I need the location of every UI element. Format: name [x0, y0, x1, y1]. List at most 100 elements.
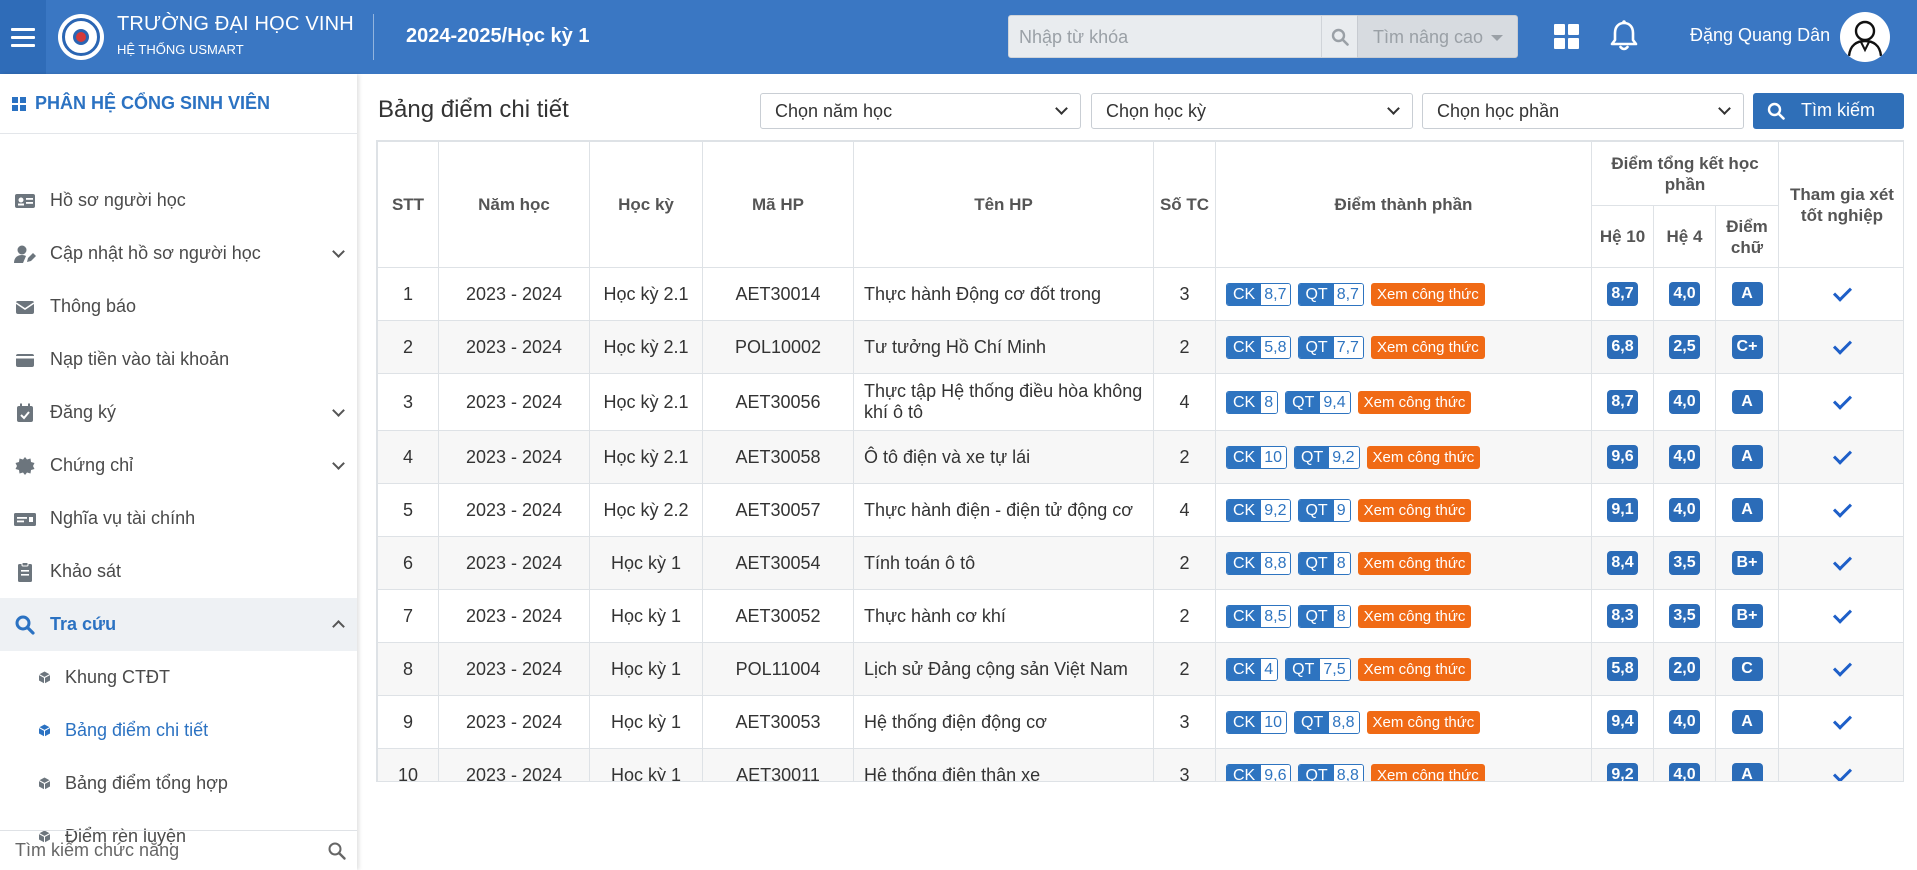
sidebar-subitem-bang-diem-chi-tiet[interactable]: Bảng điểm chi tiết [0, 704, 357, 757]
he4-badge: 4,0 [1669, 710, 1700, 734]
check-icon [1832, 445, 1852, 465]
he4-badge: 2,0 [1669, 657, 1700, 681]
he4-badge: 2,5 [1669, 335, 1700, 359]
user-edit-icon [14, 245, 36, 263]
university-logo [58, 14, 104, 60]
he4-badge: 3,5 [1669, 604, 1700, 628]
cell-course-code: AET30057 [702, 483, 854, 537]
sidebar-item-nap-tien[interactable]: Nạp tiền vào tài khoản [0, 333, 357, 386]
cell-year: 2023 - 2024 [438, 695, 590, 749]
grades-table-container[interactable]: STT Năm học Học kỳ Mã HP Tên HP Số TC Đi… [376, 140, 1904, 782]
cell-graduation [1778, 373, 1903, 431]
header-final-score: Điểm tổng kết học phần [1591, 141, 1779, 206]
ck-score-badge: CK 8,5 [1226, 604, 1292, 628]
view-formula-button[interactable]: Xem công thức [1370, 282, 1485, 306]
view-formula-button[interactable]: Xem công thức [1370, 763, 1485, 781]
cell-course-name: Thực tập Hệ thống điều hòa không khí ô t… [853, 373, 1154, 431]
table-row: 7 2023 - 2024 Học kỳ 1 AET30052 Thực hành cơ… [377, 589, 1903, 643]
table-row: 8 2023 - 2024 Học kỳ 1 POL11004 Lịch sử Đảng… [377, 642, 1903, 696]
cell-semester: Học kỳ 2.2 [589, 483, 703, 537]
function-search-input[interactable]: Tìm kiếm chức năng [0, 830, 357, 870]
sidebar-subitem-bang-diem-tong-hop[interactable]: Bảng điểm tổng hợp [0, 757, 357, 810]
ck-score-badge: CK 8 [1226, 390, 1279, 414]
view-formula-button[interactable]: Xem công thức [1357, 551, 1472, 575]
current-term[interactable]: 2024-2025/Học kỳ 1 [406, 25, 589, 48]
course-select[interactable]: Chọn học phần [1422, 93, 1744, 129]
search-button[interactable]: Tìm kiếm [1753, 93, 1904, 129]
he10-badge: 5,8 [1607, 657, 1638, 681]
letter-grade-badge: B+ [1731, 551, 1763, 575]
letter-grade-badge: C+ [1731, 335, 1763, 359]
sidebar-item-chung-chi[interactable]: Chứng chỉ [0, 439, 357, 492]
qt-score-badge: QT 9,2 [1294, 445, 1360, 469]
year-select[interactable]: Chọn năm học [760, 93, 1081, 129]
keyword-search-button[interactable] [1321, 15, 1358, 58]
view-formula-button[interactable]: Xem công thức [1357, 657, 1472, 681]
table-row: 5 2023 - 2024 Học kỳ 2.2 AET30057 Thực hành … [377, 483, 1903, 537]
hamburger-icon [11, 27, 35, 31]
cube-icon [38, 724, 51, 737]
cell-he4: 4,0 [1653, 430, 1716, 484]
cell-semester: Học kỳ 1 [589, 695, 703, 749]
ck-score-badge: CK 10 [1226, 710, 1288, 734]
cell-stt: 5 [377, 483, 439, 537]
cell-letter: A [1715, 430, 1779, 484]
semester-select[interactable]: Chọn học kỳ [1091, 93, 1413, 129]
notification-bell-icon[interactable] [1608, 19, 1640, 53]
sidebar-item-ho-so[interactable]: Hồ sơ người học [0, 174, 357, 227]
he10-badge: 8,7 [1607, 282, 1638, 306]
clipboard-icon [18, 562, 32, 582]
cell-he4: 4,0 [1653, 483, 1716, 537]
sidebar-subitem-khung-ctdt[interactable]: Khung CTĐT [0, 651, 357, 704]
sidebar-item-khao-sat[interactable]: Khảo sát [0, 545, 357, 598]
view-formula-button[interactable]: Xem công thức [1357, 604, 1472, 628]
view-formula-button[interactable]: Xem công thức [1357, 498, 1472, 522]
grades-table-body: 1 2023 - 2024 Học kỳ 2.1 AET30014 Thực hành … [377, 267, 1903, 781]
header-stt: STT [377, 141, 439, 268]
cell-components: CK 5,8 QT 7,7 Xem công thức [1215, 320, 1592, 374]
cell-he4: 2,5 [1653, 320, 1716, 374]
cell-letter: B+ [1715, 536, 1779, 590]
id-card-icon [15, 194, 35, 208]
cell-he4: 3,5 [1653, 536, 1716, 590]
header-graduation: Tham gia xét tốt nghiệp [1778, 141, 1903, 268]
user-name[interactable]: Đặng Quang Dân [1690, 25, 1830, 46]
cell-year: 2023 - 2024 [438, 748, 590, 781]
cell-he4: 4,0 [1653, 695, 1716, 749]
cell-course-code: AET30054 [702, 536, 854, 590]
header-letter: Điểm chữ [1715, 205, 1779, 268]
cell-year: 2023 - 2024 [438, 267, 590, 321]
search-icon[interactable] [327, 841, 347, 861]
chevron-down-icon [332, 245, 345, 258]
letter-grade-badge: A [1731, 390, 1763, 414]
cell-components: CK 8,7 QT 8,7 Xem công thức [1215, 267, 1592, 321]
view-formula-button[interactable]: Xem công thức [1370, 335, 1485, 359]
view-formula-button[interactable]: Xem công thức [1366, 710, 1481, 734]
cell-course-code: POL10002 [702, 320, 854, 374]
apps-grid-icon[interactable] [1554, 24, 1580, 50]
table-row: 9 2023 - 2024 Học kỳ 1 AET30053 Hệ thống điệ… [377, 695, 1903, 749]
he10-badge: 9,6 [1607, 445, 1638, 469]
view-formula-button[interactable]: Xem công thức [1366, 445, 1481, 469]
cube-icon [38, 671, 51, 684]
sidebar-item-tra-cuu[interactable]: Tra cứu [0, 598, 357, 651]
view-formula-button[interactable]: Xem công thức [1357, 390, 1472, 414]
keyword-search-input[interactable]: Nhập từ khóa [1008, 15, 1322, 58]
he10-badge: 8,4 [1607, 551, 1638, 575]
check-icon [1832, 657, 1852, 677]
advanced-search-button[interactable]: Tìm nâng cao [1357, 15, 1518, 58]
menu-toggle-button[interactable] [0, 0, 46, 74]
sidebar-item-cap-nhat[interactable]: Cập nhật hồ sơ người học [0, 227, 357, 280]
cell-course-name: Ô tô điện và xe tự lái [853, 430, 1154, 484]
qt-score-badge: QT 8 [1298, 551, 1351, 575]
sidebar-item-thong-bao[interactable]: Thông báo [0, 280, 357, 333]
cell-semester: Học kỳ 1 [589, 589, 703, 643]
cell-semester: Học kỳ 2.1 [589, 430, 703, 484]
table-row: 10 2023 - 2024 Học kỳ 1 AET30011 Hệ thống đi… [377, 748, 1903, 781]
cell-course-code: AET30056 [702, 373, 854, 431]
sidebar-item-nghia-vu[interactable]: Nghĩa vụ tài chính [0, 492, 357, 545]
user-avatar[interactable] [1840, 12, 1890, 62]
table-row: 4 2023 - 2024 Học kỳ 2.1 AET30058 Ô tô điện … [377, 430, 1903, 484]
sidebar-item-dang-ky[interactable]: Đăng ký [0, 386, 357, 439]
qt-score-badge: QT 9,4 [1285, 390, 1351, 414]
